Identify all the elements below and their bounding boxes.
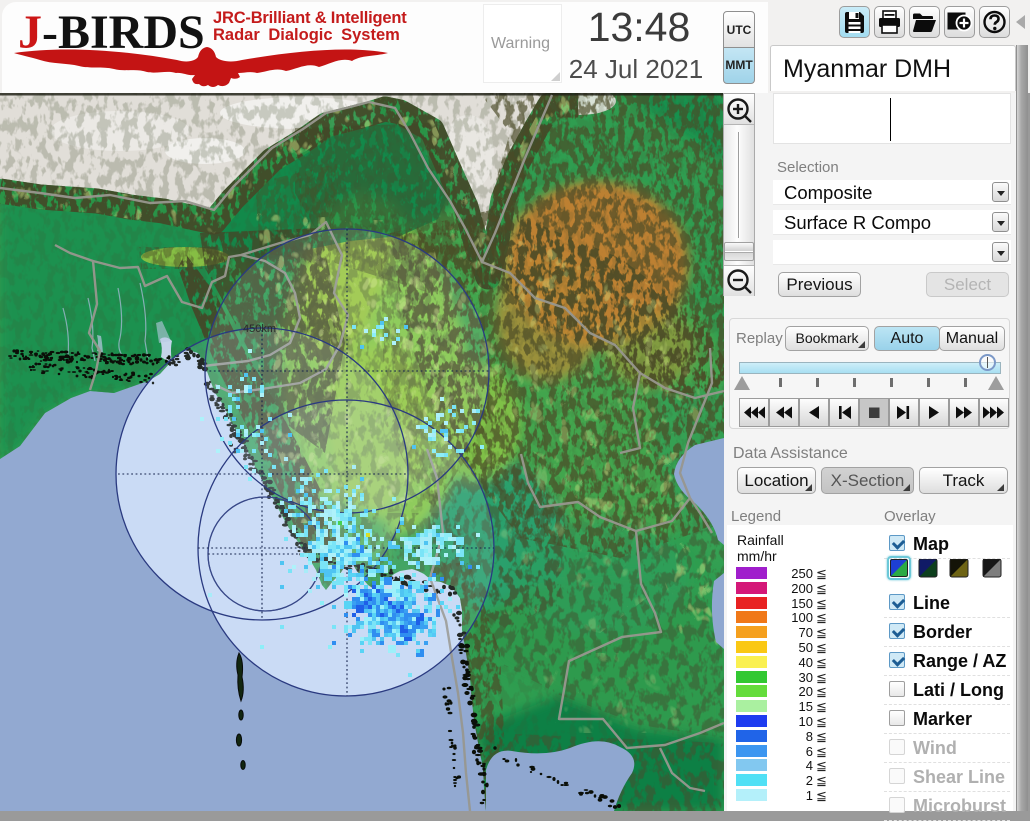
- svg-text:450km: 450km: [243, 323, 276, 335]
